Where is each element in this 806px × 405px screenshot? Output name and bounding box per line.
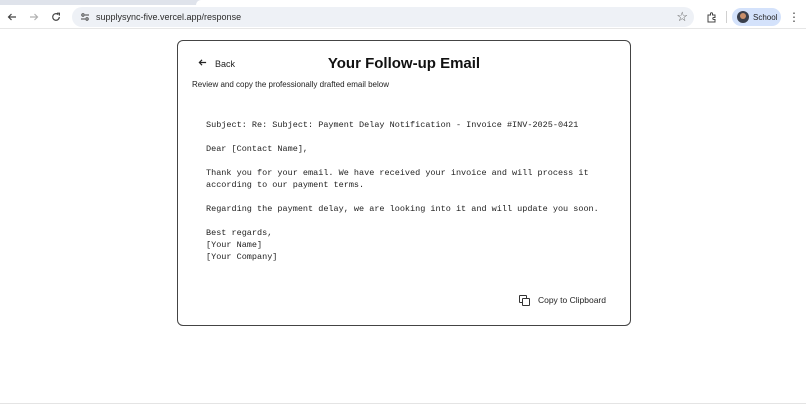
email-signature-company: [Your Company] <box>206 252 278 262</box>
page-title: Your Follow-up Email <box>327 55 481 72</box>
reload-icon[interactable] <box>45 6 67 28</box>
site-info-icon[interactable] <box>74 7 96 27</box>
url-text: supplysync-five.vercel.app/response <box>96 12 242 22</box>
copy-icon <box>518 295 530 306</box>
email-signature-name: [Your Name] <box>206 240 263 250</box>
email-paragraph: Regarding the payment delay, we are look… <box>206 204 599 214</box>
extensions-icon[interactable] <box>702 7 720 27</box>
bookmark-star-icon[interactable]: ☆ <box>676 9 688 25</box>
toolbar-divider <box>726 11 727 23</box>
copy-to-clipboard-button[interactable]: Copy to Clipboard <box>518 295 606 306</box>
browser-toolbar: supplysync-five.vercel.app/response ☆ Sc… <box>0 5 806 29</box>
bottom-divider <box>0 403 806 404</box>
profile-button[interactable]: School <box>732 8 781 26</box>
email-closing: Best regards, <box>206 228 273 238</box>
email-card: Back Your Follow-up Email Review and cop… <box>177 40 631 326</box>
email-body: Subject: Re: Subject: Payment Delay Noti… <box>206 119 616 263</box>
email-greeting: Dear [Contact Name], <box>206 144 309 154</box>
page-content: Back Your Follow-up Email Review and cop… <box>0 29 806 404</box>
back-arrow-icon[interactable] <box>1 6 23 28</box>
address-bar[interactable]: supplysync-five.vercel.app/response ☆ <box>72 7 694 27</box>
forward-arrow-icon[interactable] <box>23 6 45 28</box>
avatar <box>737 11 749 23</box>
page-subtitle: Review and copy the professionally draft… <box>192 80 389 89</box>
kebab-menu-icon[interactable]: ⋮ <box>786 7 802 27</box>
copy-label: Copy to Clipboard <box>537 295 606 305</box>
email-subject: Subject: Re: Subject: Payment Delay Noti… <box>206 120 579 130</box>
email-paragraph: Thank you for your email. We have receiv… <box>206 168 589 190</box>
profile-label: School <box>753 12 778 22</box>
